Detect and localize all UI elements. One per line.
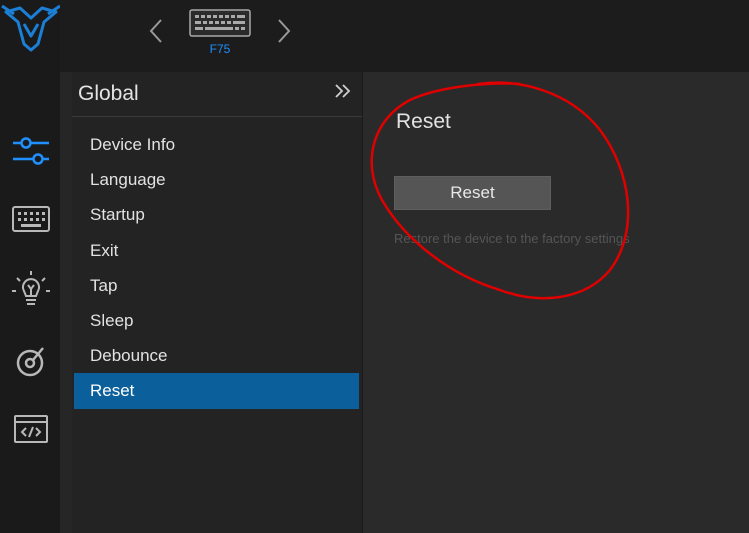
menu-item-debounce[interactable]: Debounce	[74, 338, 359, 373]
logo-icon	[1, 4, 61, 52]
menu-item-startup[interactable]: Startup	[74, 197, 359, 232]
reset-content: Reset Reset Restore the device to the fa…	[363, 72, 749, 533]
menu-item-language[interactable]: Language	[74, 162, 359, 197]
next-device-button[interactable]	[272, 14, 296, 48]
menu-item-device-info[interactable]: Device Info	[74, 127, 359, 162]
previous-device-button[interactable]	[144, 14, 168, 48]
reset-button[interactable]: Reset	[394, 176, 551, 210]
global-panel: Global Device Info Language Startup Exit…	[72, 72, 363, 533]
double-chevron-right-icon[interactable]	[334, 82, 352, 106]
panel-header: Global	[72, 72, 362, 117]
macro-icon[interactable]	[9, 340, 53, 384]
menu-item-tap[interactable]: Tap	[74, 268, 359, 303]
code-icon[interactable]	[9, 408, 53, 452]
chevron-right-icon	[278, 19, 291, 43]
device-selector[interactable]: F75	[188, 8, 252, 58]
lightbulb-icon[interactable]	[9, 268, 53, 312]
section-title: Reset	[396, 110, 451, 133]
menu-item-sleep[interactable]: Sleep	[74, 303, 359, 338]
top-bar: F75	[60, 0, 749, 72]
chevron-left-icon	[149, 19, 162, 43]
menu-item-exit[interactable]: Exit	[74, 233, 359, 268]
left-rail	[0, 0, 61, 533]
menu-item-reset[interactable]: Reset	[74, 373, 359, 409]
keyboard-icon[interactable]	[9, 198, 53, 242]
keyboard-device-icon	[189, 9, 251, 37]
reset-hint: Restore the device to the factory settin…	[394, 231, 630, 246]
sliders-icon[interactable]	[9, 130, 53, 174]
panel-title: Global	[78, 82, 139, 105]
settings-menu: Device Info Language Startup Exit Tap Sl…	[74, 127, 359, 409]
device-name: F75	[209, 42, 231, 56]
